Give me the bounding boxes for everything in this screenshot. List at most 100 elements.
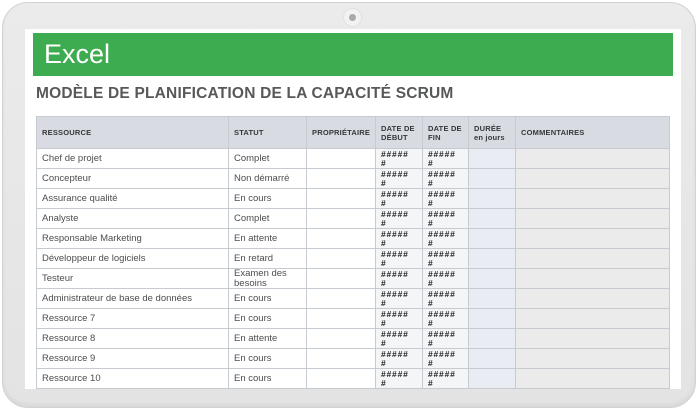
tablet-frame: Excel MODÈLE DE PLANIFICATION DE LA CAPA… (2, 2, 696, 408)
cell-proprietaire[interactable] (306, 268, 376, 289)
cell-commentaires[interactable] (515, 288, 670, 309)
cell-statut[interactable]: En cours (228, 348, 307, 369)
screenshot-stage: Excel MODÈLE DE PLANIFICATION DE LA CAPA… (0, 0, 700, 412)
column-header-ressource: RESSOURCE (36, 116, 229, 149)
cell-duree[interactable] (468, 268, 516, 289)
cell-duree[interactable] (468, 168, 516, 189)
cell-date_debut[interactable]: ###### (375, 328, 423, 349)
cell-ressource[interactable]: Assurance qualité (36, 188, 229, 209)
cell-duree[interactable] (468, 348, 516, 369)
cell-statut[interactable]: Non démarré (228, 168, 307, 189)
cell-proprietaire[interactable] (306, 288, 376, 309)
cell-commentaires[interactable] (515, 368, 670, 389)
cell-date_fin[interactable]: ###### (422, 208, 469, 229)
cell-date_fin[interactable]: ###### (422, 248, 469, 269)
table-row: Ressource 8 En attente ###### ###### (36, 328, 670, 349)
cell-commentaires[interactable] (515, 308, 670, 329)
cell-statut[interactable]: En cours (228, 368, 307, 389)
cell-duree[interactable] (468, 208, 516, 229)
cell-ressource[interactable]: Ressource 8 (36, 328, 229, 349)
cell-commentaires[interactable] (515, 268, 670, 289)
cell-date_debut[interactable]: ###### (375, 188, 423, 209)
cell-commentaires[interactable] (515, 328, 670, 349)
table-row: Administrateur de base de données En cour… (36, 288, 670, 309)
cell-ressource[interactable]: Ressource 9 (36, 348, 229, 369)
cell-proprietaire[interactable] (306, 148, 376, 169)
cell-proprietaire[interactable] (306, 248, 376, 269)
cell-ressource[interactable]: Chef de projet (36, 148, 229, 169)
table-row: Ressource 10 En cours ###### ###### (36, 368, 670, 389)
cell-ressource[interactable]: Ressource 10 (36, 368, 229, 389)
cell-proprietaire[interactable] (306, 308, 376, 329)
cell-date_debut[interactable]: ###### (375, 268, 423, 289)
cell-duree[interactable] (468, 248, 516, 269)
cell-statut[interactable]: En attente (228, 228, 307, 249)
cell-ressource[interactable]: Concepteur (36, 168, 229, 189)
cell-date_debut[interactable]: ###### (375, 208, 423, 229)
cell-statut[interactable]: Examen des besoins (228, 268, 307, 289)
cell-statut[interactable]: Complet (228, 208, 307, 229)
cell-ressource[interactable]: Ressource 7 (36, 308, 229, 329)
column-header-date_fin: DATE DE FIN (422, 116, 469, 149)
cell-proprietaire[interactable] (306, 168, 376, 189)
cell-ressource[interactable]: Analyste (36, 208, 229, 229)
cell-duree[interactable] (468, 368, 516, 389)
cell-duree[interactable] (468, 308, 516, 329)
cell-duree[interactable] (468, 288, 516, 309)
cell-date_debut[interactable]: ###### (375, 228, 423, 249)
cell-duree[interactable] (468, 228, 516, 249)
cell-commentaires[interactable] (515, 188, 670, 209)
cell-commentaires[interactable] (515, 228, 670, 249)
cell-commentaires[interactable] (515, 248, 670, 269)
table-row: Analyste Complet ###### ###### (36, 208, 670, 229)
cell-commentaires[interactable] (515, 208, 670, 229)
cell-date_fin[interactable]: ###### (422, 148, 469, 169)
cell-ressource[interactable]: Testeur (36, 268, 229, 289)
excel-brand-logo: Excel (44, 38, 111, 69)
cell-ressource[interactable]: Développeur de logiciels (36, 248, 229, 269)
cell-statut[interactable]: Complet (228, 148, 307, 169)
cell-statut[interactable]: En cours (228, 288, 307, 309)
cell-date_fin[interactable]: ###### (422, 308, 469, 329)
cell-proprietaire[interactable] (306, 208, 376, 229)
column-header-duree: DURÉE en jours (468, 116, 516, 149)
cell-date_debut[interactable]: ###### (375, 348, 423, 369)
cell-duree[interactable] (468, 148, 516, 169)
cell-statut[interactable]: En cours (228, 308, 307, 329)
cell-date_debut[interactable]: ###### (375, 288, 423, 309)
cell-date_fin[interactable]: ###### (422, 228, 469, 249)
cell-statut[interactable]: En attente (228, 328, 307, 349)
cell-date_fin[interactable]: ###### (422, 168, 469, 189)
cell-date_debut[interactable]: ###### (375, 148, 423, 169)
cell-commentaires[interactable] (515, 148, 670, 169)
cell-duree[interactable] (468, 328, 516, 349)
cell-statut[interactable]: En retard (228, 248, 307, 269)
cell-proprietaire[interactable] (306, 328, 376, 349)
cell-date_debut[interactable]: ###### (375, 168, 423, 189)
cell-proprietaire[interactable] (306, 188, 376, 209)
cell-statut[interactable]: En cours (228, 188, 307, 209)
cell-date_debut[interactable]: ###### (375, 308, 423, 329)
cell-commentaires[interactable] (515, 348, 670, 369)
cell-date_fin[interactable]: ###### (422, 268, 469, 289)
table-header: RESSOURCE STATUT PROPRIÉTAIRE DATE DE DÉBUT… (36, 116, 670, 149)
cell-date_fin[interactable]: ###### (422, 188, 469, 209)
cell-date_fin[interactable]: ###### (422, 368, 469, 389)
cell-proprietaire[interactable] (306, 228, 376, 249)
cell-ressource[interactable]: Administrateur de base de données (36, 288, 229, 309)
cell-date_debut[interactable]: ###### (375, 368, 423, 389)
spreadsheet-screen: Excel MODÈLE DE PLANIFICATION DE LA CAPA… (25, 29, 681, 389)
scrum-capacity-table: RESSOURCE STATUT PROPRIÉTAIRE DATE DE DÉBUT… (36, 116, 670, 389)
cell-date_fin[interactable]: ###### (422, 328, 469, 349)
table-row: Ressource 9 En cours ###### ###### (36, 348, 670, 369)
cell-ressource[interactable]: Responsable Marketing (36, 228, 229, 249)
cell-proprietaire[interactable] (306, 368, 376, 389)
cell-date_fin[interactable]: ###### (422, 348, 469, 369)
table-row: Concepteur Non démarré ###### ###### (36, 168, 670, 189)
cell-commentaires[interactable] (515, 168, 670, 189)
cell-date_debut[interactable]: ###### (375, 248, 423, 269)
cell-date_fin[interactable]: ###### (422, 288, 469, 309)
cell-proprietaire[interactable] (306, 348, 376, 369)
page-title: MODÈLE DE PLANIFICATION DE LA CAPACITÉ S… (36, 85, 454, 102)
cell-duree[interactable] (468, 188, 516, 209)
